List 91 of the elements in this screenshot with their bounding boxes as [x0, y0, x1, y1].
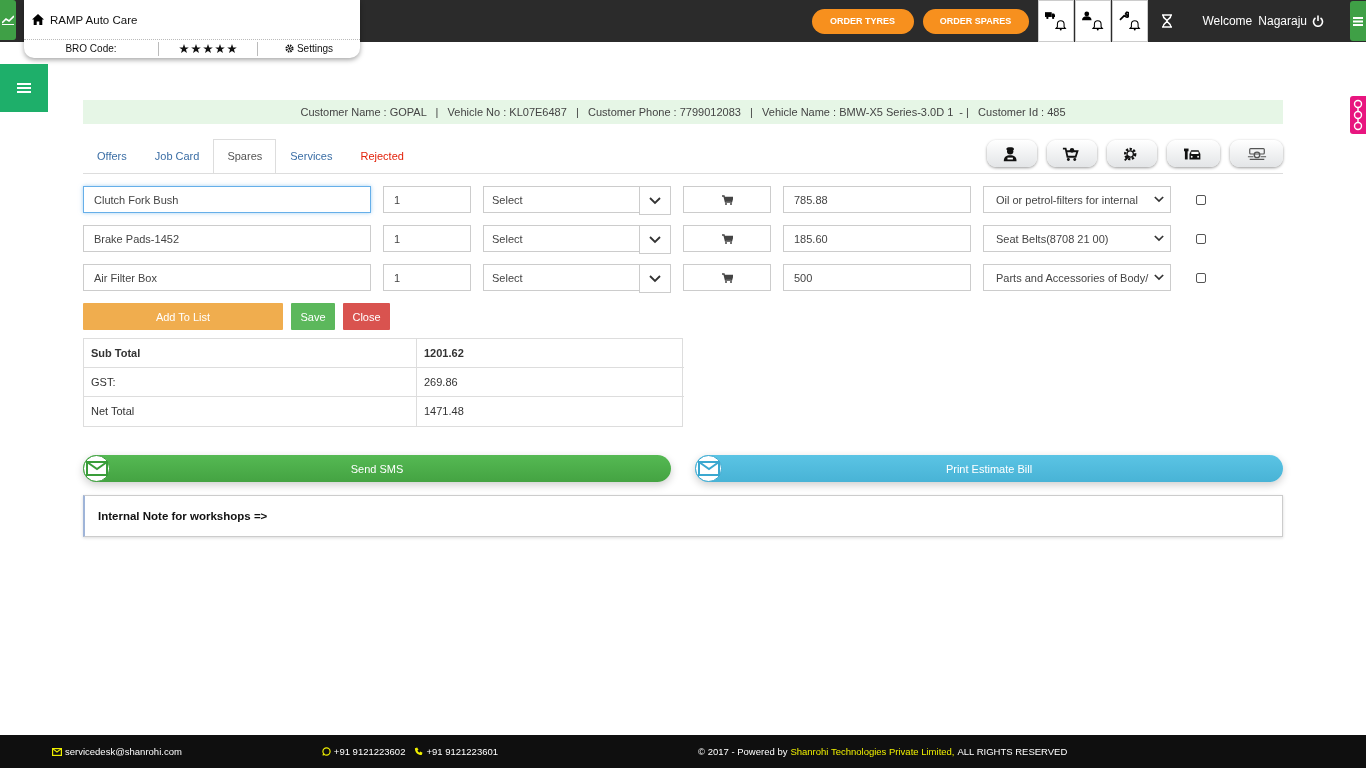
quantity-field[interactable]: 1: [383, 225, 471, 252]
user-name: Nagaraju: [1258, 14, 1307, 28]
part-name-field[interactable]: Brake Pads-1452: [83, 225, 371, 252]
user-icon: [1081, 11, 1092, 21]
welcome-text: Welcome: [1202, 14, 1253, 28]
checkbox[interactable]: [1196, 194, 1206, 205]
cart-button[interactable]: [683, 186, 771, 213]
cart-button[interactable]: [683, 225, 771, 252]
phone-number: +91 9121223601: [426, 746, 499, 757]
truck-icon: [1044, 11, 1055, 21]
cart-icon: [721, 233, 733, 244]
note-heading: Internal Note for workshops =>: [98, 510, 268, 522]
envelope-icon: [697, 461, 720, 476]
circles-icon: [1353, 98, 1363, 132]
copyright-text: © 2017 - Powered by: [698, 746, 788, 757]
chevron-down-icon: [1154, 235, 1164, 242]
tool-button[interactable]: [1047, 140, 1097, 167]
close-button[interactable]: Close: [343, 303, 390, 330]
quantity-field[interactable]: 1: [383, 264, 471, 291]
table-cell: GST:: [84, 368, 417, 397]
unit-select[interactable]: Select: [483, 264, 671, 291]
company-link[interactable]: Shanrohi Technologies Private Limited,: [790, 746, 955, 757]
category-select[interactable]: Oil or petrol-filters for internal: [983, 186, 1171, 213]
tool-button[interactable]: [1230, 140, 1283, 167]
envelope-icon: [85, 461, 108, 476]
table-cell: 269.86: [417, 368, 684, 397]
customer-info-bar: Customer Name : GOPAL | Vehicle No : KL07E6487 | Customer Phone : 7799012083 | Vehicle Name : BMW-X5 Series-3.0D 1 - | Customer Id : 485: [83, 100, 1283, 124]
rights-text: ALL RIGHTS RESERVED: [957, 746, 1068, 757]
chat-icon: [321, 747, 331, 756]
hourglass-icon: [1160, 14, 1173, 28]
tool-button[interactable]: [1167, 140, 1220, 167]
star-icon: [227, 43, 237, 54]
settings-icon: [284, 44, 294, 53]
chevron-down-icon: [649, 196, 661, 205]
envelope-icon: [52, 747, 62, 756]
power-icon: [1312, 15, 1324, 27]
home-icon: [32, 14, 44, 25]
menu-icon: [1353, 16, 1363, 26]
notification-button[interactable]: [1074, 0, 1111, 42]
star-icon: [203, 43, 213, 54]
email-text: servicedesk@shanrohi.com: [65, 746, 182, 757]
tab[interactable]: Job Card: [140, 139, 214, 173]
menu-button[interactable]: [1350, 1, 1366, 41]
chart-icon: [2, 15, 14, 25]
cart-icon: [721, 194, 733, 205]
chevron-down-icon: [1154, 196, 1164, 203]
chart-button[interactable]: [0, 0, 16, 40]
price-field[interactable]: 500: [783, 264, 971, 291]
notification-button[interactable]: [1037, 0, 1074, 42]
table-cell: Net Total: [84, 397, 417, 426]
category-select[interactable]: Parts and Accessories of Body/: [983, 264, 1171, 291]
chevron-down-icon: [649, 274, 661, 283]
table-cell: Sub Total: [84, 339, 417, 368]
phone-icon: [414, 747, 424, 756]
star-icon: [191, 43, 201, 54]
unit-select[interactable]: Select: [483, 186, 671, 213]
quantity-field[interactable]: 1: [383, 186, 471, 213]
tool-button[interactable]: [1107, 140, 1157, 167]
chevron-down-icon: [1154, 274, 1164, 281]
checkbox[interactable]: [1196, 233, 1206, 244]
tab[interactable]: Services: [276, 139, 347, 173]
table-cell-text: 1471.48: [423, 404, 465, 419]
brand-name: RAMP Auto Care: [50, 13, 138, 26]
part-name-field[interactable]: Air Filter Box: [83, 264, 371, 291]
bell-icon: [1092, 19, 1104, 31]
star-icon: [179, 43, 189, 54]
phone-number: +91 9121223602: [333, 746, 406, 757]
unit-select[interactable]: Select: [483, 225, 671, 252]
wrench-icon: [1118, 11, 1129, 21]
tool-button[interactable]: [987, 140, 1037, 167]
menu-button[interactable]: [0, 64, 48, 112]
tab[interactable]: Spares: [213, 139, 277, 173]
cart-icon: [721, 272, 733, 283]
notification-button[interactable]: [1111, 0, 1148, 42]
price-field[interactable]: 185.60: [783, 225, 971, 252]
tab[interactable]: Offers: [83, 139, 141, 173]
part-name-field[interactable]: Clutch Fork Bush: [83, 186, 371, 213]
settings-link[interactable]: Settings: [257, 41, 360, 56]
side-tab[interactable]: [1350, 96, 1366, 134]
menu-icon: [17, 82, 31, 94]
category-select[interactable]: Seat Belts(8708 21 00): [983, 225, 1171, 252]
bell-icon: [1129, 19, 1141, 31]
tab[interactable]: Rejected: [346, 139, 418, 173]
bell-icon: [1055, 19, 1067, 31]
chevron-down-icon: [649, 235, 661, 244]
star-icon: [215, 43, 225, 54]
price-field[interactable]: 785.88: [783, 186, 971, 213]
cart-button[interactable]: [683, 264, 771, 291]
bro-code-label: BRO Code:: [64, 42, 118, 56]
table-cell: 1201.62: [417, 339, 684, 368]
checkbox[interactable]: [1196, 272, 1206, 283]
